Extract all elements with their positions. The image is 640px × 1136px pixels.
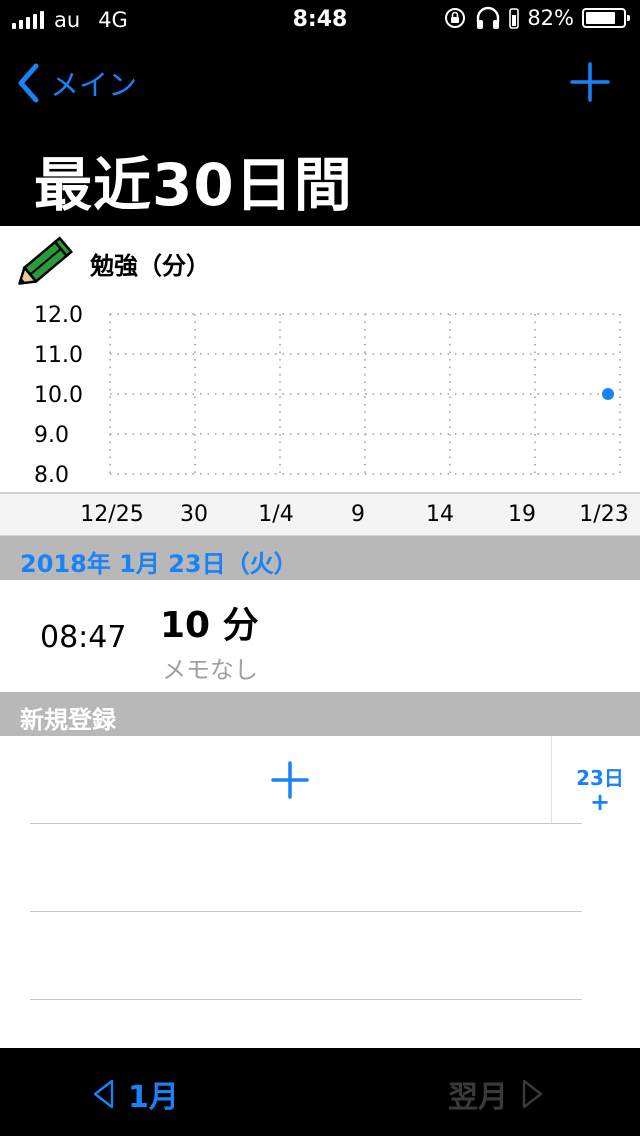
x-tick-label: 30 [180,502,208,527]
add-today-date: 23日 [576,766,624,790]
status-bar: au 4G 8:48 82% [0,0,640,40]
y-tick-label: 9.0 [34,423,69,448]
triangle-right-icon [522,1079,543,1109]
separator-line [30,911,582,912]
new-entry-row[interactable] [0,736,552,824]
y-tick-label: 8.0 [34,463,69,488]
day-section-title: 2018年 1月 23日（火） [20,550,298,578]
battery-fill [586,12,615,24]
entry-value: 10 分 [160,605,259,646]
next-month-label: 翌月 [448,1080,508,1115]
orientation-lock-icon [445,8,466,28]
day-section-header: 2018年 1月 23日（火） [0,536,640,580]
status-right: 82% [443,6,630,30]
triangle-left-icon [93,1079,114,1109]
battery-nub [627,15,630,21]
add-today-button[interactable]: 23日 + [560,766,640,814]
x-axis-bar: 12/25 30 1/4 9 14 19 1/23 [0,492,640,536]
back-button-label: メイン [50,68,138,102]
entry-memo: メモなし [162,656,258,684]
y-tick-label: 11.0 [34,343,83,368]
x-tick-label: 14 [426,502,454,527]
back-button[interactable]: メイン [16,62,137,104]
data-point [602,388,614,400]
entry-time: 08:47 [40,620,127,655]
headphones-icon [477,6,500,29]
page-title: 最近30日間 [34,151,353,219]
add-entry-icon[interactable] [270,760,310,800]
chart-area: 勉強（分） 12.0 11.0 10.0 9.0 8.0 [0,226,640,536]
battery-status-icon [509,8,520,29]
x-tick-label: 12/25 [80,502,144,527]
navigation-bar: メイン 最近30日間 [0,40,640,226]
new-section-title: 新規登録 [20,706,116,734]
previous-month-label: 1月 [128,1080,179,1115]
add-today-plus: + [589,788,611,816]
new-section-header: 新規登録 [0,692,640,736]
x-tick-label: 1/4 [258,502,294,527]
add-icon[interactable] [570,62,610,102]
y-tick-label: 10.0 [34,383,83,408]
x-tick-label: 9 [351,502,365,527]
chart-plot: 12.0 11.0 10.0 9.0 8.0 [34,303,621,488]
battery-percent: 82% [527,6,574,30]
x-tick-label: 19 [508,502,536,527]
chevron-left-icon [18,63,39,103]
entry-row[interactable]: 08:47 10 分 メモなし [0,580,640,692]
previous-month-button[interactable]: 1月 [92,1072,179,1116]
x-tick-label: 1/23 [579,502,629,527]
next-month-button[interactable]: 翌月 [448,1072,544,1116]
battery-icon [582,8,630,28]
separator-line [30,999,582,1000]
separator-line [30,823,582,824]
bottom-toolbar: 1月 翌月 [0,1048,640,1136]
y-tick-label: 12.0 [34,303,83,328]
